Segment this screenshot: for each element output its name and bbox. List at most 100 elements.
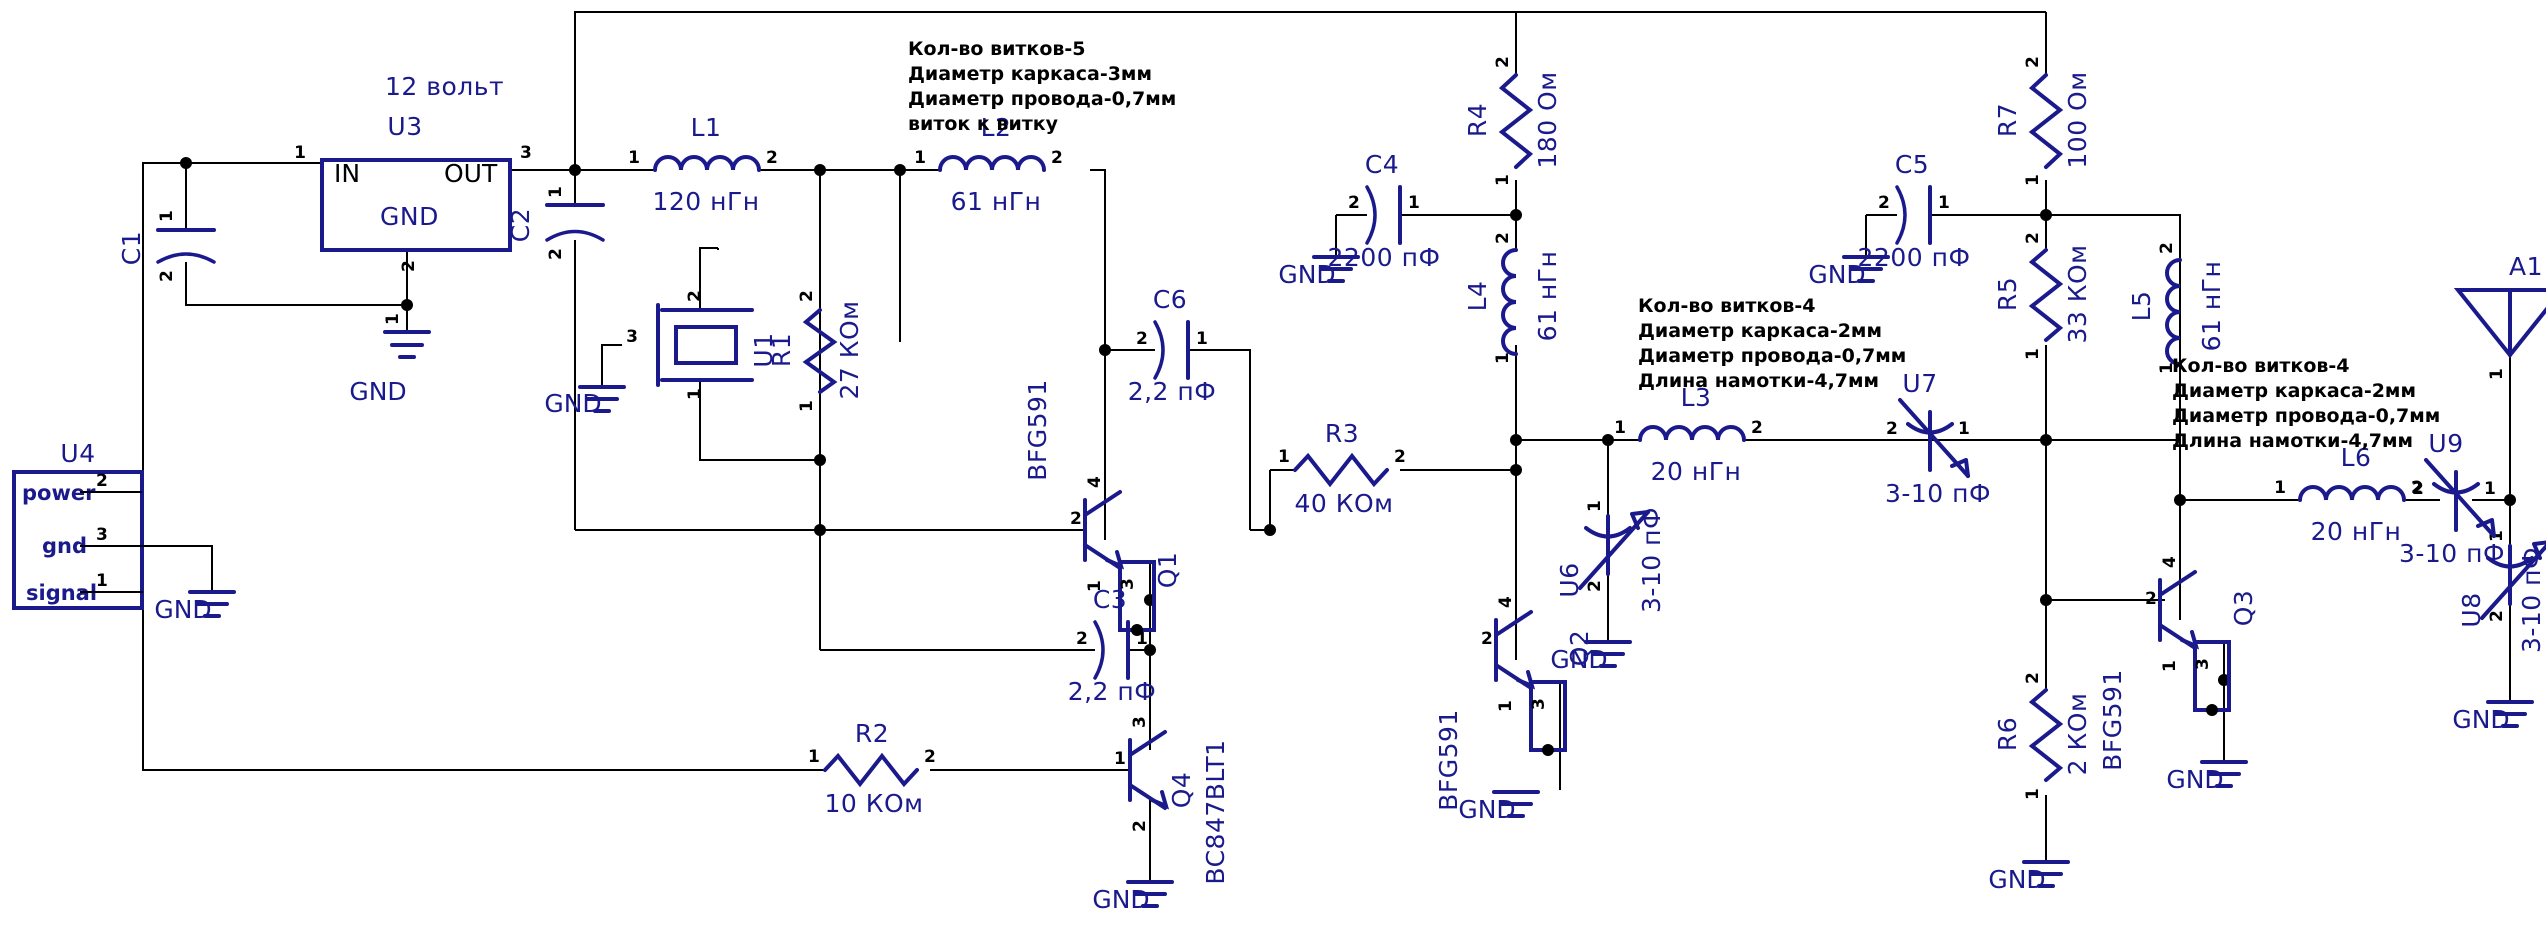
resistor-r3[interactable]: R3 40 КОм 1 2: [1278, 419, 1406, 518]
capacitor-c2[interactable]: C2 1 2: [506, 186, 605, 260]
u7-pin1: 1: [1958, 419, 1970, 439]
capacitor-c6[interactable]: C6 2,2 пФ 1 2: [1128, 285, 1217, 406]
u9-pin2: 2: [2412, 479, 2424, 499]
q3-pin2: 2: [2145, 589, 2157, 609]
r3-value: 40 КОм: [1294, 489, 1393, 518]
inductor-l3[interactable]: L3 20 нГн 1 2: [1614, 383, 1763, 486]
note-line: Кол-во витков-4: [2172, 355, 2350, 377]
resistor-r5[interactable]: R5 33 КОм 2 1: [1993, 232, 2092, 360]
r2-value: 10 КОм: [824, 789, 923, 818]
inductor-l6[interactable]: L6 20 нГн 1 2: [2274, 443, 2423, 546]
note-line: Кол-во витков-5: [908, 38, 1086, 60]
note-line: Диаметр провода-0,7мм: [2172, 405, 2440, 427]
r2-pin1: 1: [808, 747, 820, 767]
note-l1-l2: Кол-во витков-5 Диаметр каркаса-3мм Диам…: [908, 38, 1176, 135]
connector-u4[interactable]: U4 power gnd signal 2 3 1: [12, 439, 213, 610]
r5-value: 33 КОм: [2063, 244, 2092, 343]
u8-pin2: 2: [2487, 610, 2507, 622]
capacitor-c1[interactable]: C1 1 2: [117, 210, 216, 282]
inductor-l4[interactable]: L4 61 нГн 2 1: [1463, 232, 1562, 364]
trimmer-cap-u9[interactable]: U9 3-10 пФ 1 2: [2399, 429, 2505, 568]
trimmer-cap-u7[interactable]: U7 3-10 пФ 1 2: [1885, 369, 1991, 508]
gnd-label: GND: [1092, 885, 1149, 914]
u1-pin2: 2: [685, 290, 705, 302]
u6-value: 3-10 пФ: [1637, 507, 1666, 613]
c5-pin1: 1: [1938, 193, 1950, 213]
r4-pin2: 2: [1493, 56, 1513, 68]
c6-pin2: 2: [1136, 329, 1148, 349]
u3-ref: U3: [387, 112, 422, 141]
l6-value: 20 нГн: [2311, 517, 2402, 546]
gnd-label: GND: [1458, 795, 1515, 824]
l4-value: 61 нГн: [1533, 251, 1562, 342]
l6-pin1: 1: [2274, 478, 2286, 498]
resistor-r4[interactable]: R4 180 Ом 2 1: [1463, 56, 1562, 186]
u3-pin1-num: 1: [294, 143, 306, 163]
q2-pin2: 2: [1481, 629, 1493, 649]
q2-type: BFG591: [1434, 709, 1463, 811]
l2-pin1: 1: [914, 148, 926, 168]
l1-value: 120 нГн: [652, 187, 759, 216]
u7-ref: U7: [1902, 369, 1937, 398]
r5-ref: R5: [1993, 277, 2022, 311]
gnd-symbol: GND: [2452, 700, 2534, 734]
r7-pin2: 2: [2023, 56, 2043, 68]
u9-value: 3-10 пФ: [2399, 539, 2505, 568]
c4-pin2: 2: [1348, 193, 1360, 213]
r7-pin1: 1: [2023, 174, 2043, 186]
note-l6: Кол-во витков-4 Диаметр каркаса-2мм Диам…: [2172, 355, 2440, 452]
c3-value: 2,2 пФ: [1068, 677, 1157, 706]
note-line: Диаметр каркаса-3мм: [908, 63, 1152, 85]
r6-ref: R6: [1993, 717, 2022, 751]
note-l3: Кол-во витков-4 Диаметр каркаса-2мм Диам…: [1638, 295, 1906, 392]
l5-value: 61 нГн: [2197, 261, 2226, 352]
a1-pin1: 1: [2487, 368, 2507, 380]
capacitor-c3[interactable]: C3 2,2 пФ 1 2: [1068, 585, 1157, 706]
q3-pin4: 4: [2160, 556, 2180, 568]
transistor-q2[interactable]: BFG591 Q2 4 2 1 3: [1434, 596, 1594, 811]
l4-ref: L4: [1463, 281, 1492, 312]
l1-ref: L1: [691, 113, 722, 142]
u9-pin1: 1: [2484, 479, 2496, 499]
c5-pin2: 2: [1878, 193, 1890, 213]
q1-pin3: 3: [1118, 578, 1138, 590]
c2-pin2: 2: [546, 248, 566, 260]
q4-pin2: 2: [1130, 820, 1150, 832]
crystal-u1[interactable]: U1 2 1 3: [626, 290, 778, 400]
r1-pin1: 1: [797, 400, 817, 412]
l3-value: 20 нГн: [1651, 457, 1742, 486]
c6-value: 2,2 пФ: [1128, 377, 1217, 406]
r1-value: 27 КОм: [835, 300, 864, 399]
transistor-q3[interactable]: BFG591 Q3 4 2 1 3: [2098, 556, 2258, 771]
c1-ref: C1: [117, 231, 146, 265]
trimmer-cap-u6[interactable]: U6 3-10 пФ 1 2: [1555, 500, 1666, 613]
capacitor-c5[interactable]: C5 2200 пФ 1 2: [1858, 150, 1971, 272]
r5-pin2: 2: [2023, 232, 2043, 244]
voltage-regulator-u3[interactable]: 12 вольт U3 IN OUT GND 1 3 2: [294, 72, 532, 272]
note-line: Диаметр каркаса-2мм: [2172, 380, 2416, 402]
q4-pin3: 3: [1130, 716, 1150, 728]
resistor-r6[interactable]: R6 2 КОм 2 1: [1993, 672, 2092, 800]
gnd-label: GND: [349, 377, 406, 406]
q4-pin1: 1: [1114, 749, 1126, 769]
q2-pin4: 4: [1496, 596, 1516, 608]
q1-ref: Q1: [1153, 552, 1182, 589]
r3-ref: R3: [1325, 419, 1359, 448]
u3-pin2-num: 2: [399, 260, 419, 272]
capacitor-c4[interactable]: C4 2200 пФ 1 2: [1328, 150, 1441, 272]
l2-pin2: 2: [1051, 148, 1063, 168]
inductor-l1[interactable]: L1 120 нГн 1 2: [628, 113, 778, 216]
q1-pin2: 2: [1070, 509, 1082, 529]
r6-value: 2 КОм: [2063, 693, 2092, 776]
gnd-symbol: GND: [1988, 860, 2070, 894]
resistor-r2[interactable]: R2 10 КОм 1 2: [808, 719, 936, 818]
resistor-r7[interactable]: R7 100 Ом 2 1: [1993, 56, 2092, 186]
r5-pin1: 1: [2023, 348, 2043, 360]
resistor-r1[interactable]: R1 27 КОм 2 1: [767, 290, 864, 412]
r7-ref: R7: [1993, 103, 2022, 137]
antenna-a1[interactable]: A1 1: [2453, 252, 2546, 380]
u1-pin3: 3: [626, 327, 638, 347]
q3-ref: Q3: [2229, 590, 2258, 627]
transistor-q4[interactable]: Q4 BC847BLT1 3 1 2: [1114, 716, 1230, 884]
l2-value: 61 нГн: [951, 187, 1042, 216]
